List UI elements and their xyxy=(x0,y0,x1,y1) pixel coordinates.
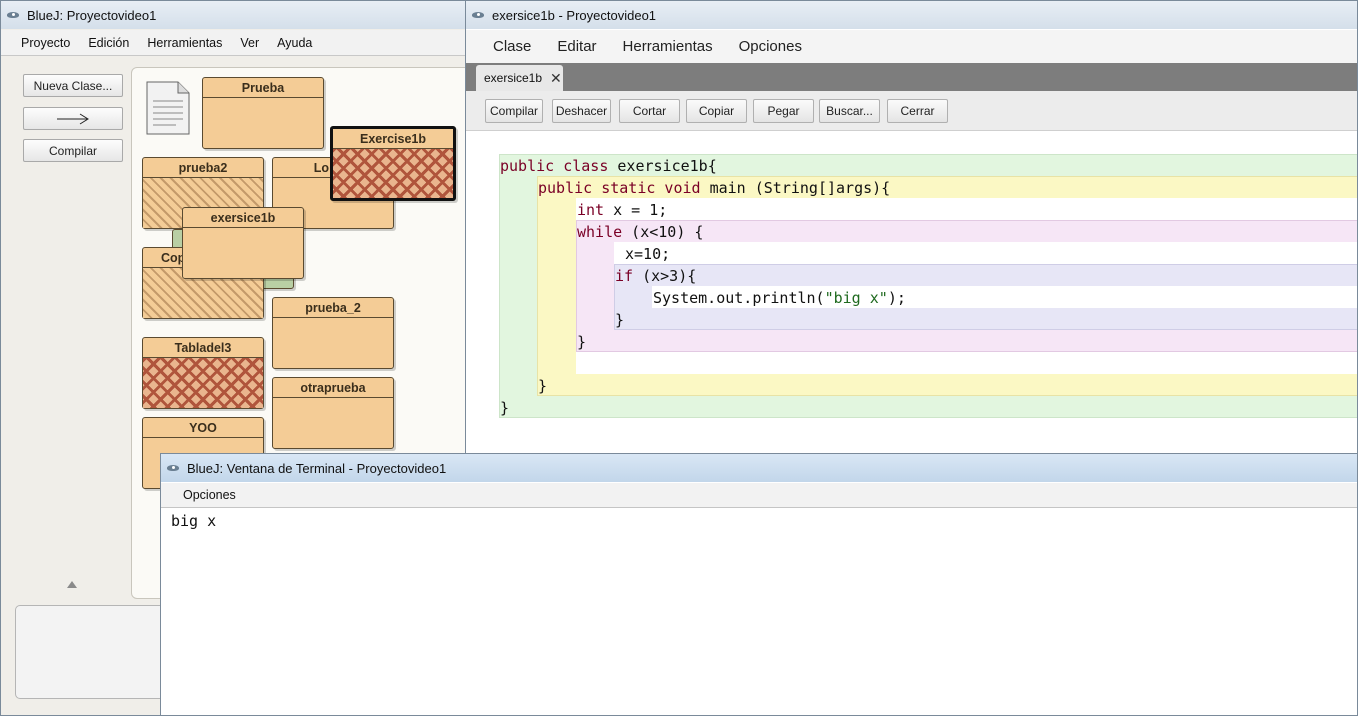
arrow-right-icon xyxy=(57,113,89,124)
compile-button[interactable]: Compilar xyxy=(485,99,543,123)
main-menubar: Proyecto Edición Herramientas Ver Ayuda xyxy=(1,30,469,56)
undo-button[interactable]: Deshacer xyxy=(552,99,611,123)
class-name: prueba2 xyxy=(143,158,263,178)
menu-ver[interactable]: Ver xyxy=(240,36,259,50)
tab-exersice1b[interactable]: exersice1b ✕ xyxy=(476,65,563,91)
terminal-window: BlueJ: Ventana de Terminal - Proyectovid… xyxy=(160,453,1358,716)
main-window-title: BlueJ: Proyectovideo1 xyxy=(27,7,157,23)
close-icon[interactable]: ✕ xyxy=(550,70,562,87)
class-name: Prueba xyxy=(203,78,323,98)
bluej-logo-icon xyxy=(167,463,181,473)
keyword-int: int xyxy=(577,201,605,219)
class-name: Tabladel3 xyxy=(143,338,263,358)
class-name: exersice1b xyxy=(183,208,303,228)
menu-proyecto[interactable]: Proyecto xyxy=(21,36,70,50)
editor-window: exersice1b - Proyectovideo1 Clase Editar… xyxy=(465,0,1358,460)
class-prueba-2[interactable]: prueba_2 xyxy=(272,297,394,369)
class-name: otraprueba xyxy=(273,378,393,398)
terminal-window-title: BlueJ: Ventana de Terminal - Proyectovid… xyxy=(187,460,447,476)
keyword-class: class xyxy=(563,157,609,175)
keyword-if: if xyxy=(615,267,634,285)
code-line-1: public class exersice1b{ xyxy=(500,155,717,177)
code-line-8: } xyxy=(615,311,625,329)
code-text: ); xyxy=(887,289,906,307)
menu-opciones[interactable]: Opciones xyxy=(183,488,236,502)
compile-button[interactable]: Compilar xyxy=(23,139,123,162)
code-line-7: System.out.println("big x"); xyxy=(653,287,906,309)
editor-toolbar: Compilar Deshacer Cortar Copiar Pegar Bu… xyxy=(466,91,1357,131)
code-text: (x<10) { xyxy=(622,223,704,241)
code-line-2: public static void main (String[]args){ xyxy=(538,177,890,199)
string-literal: "big x" xyxy=(824,289,888,307)
class-exercise1b[interactable]: Exercise1b xyxy=(330,126,456,201)
editor-titlebar[interactable]: exersice1b - Proyectovideo1 xyxy=(466,1,1357,29)
code-editor[interactable]: public class exersice1b{ public static v… xyxy=(466,132,1357,459)
menu-clase[interactable]: Clase xyxy=(493,38,531,55)
code-line-3: int x = 1; xyxy=(577,199,667,221)
code-line-9: } xyxy=(577,333,587,351)
menu-editar[interactable]: Editar xyxy=(557,38,596,55)
code-line-5: x=10; xyxy=(625,245,671,263)
main-titlebar[interactable]: BlueJ: Proyectovideo1 xyxy=(1,1,469,29)
code-text: exersice1b{ xyxy=(608,157,717,175)
code-text: (x>3){ xyxy=(633,267,697,285)
menu-edicion[interactable]: Edición xyxy=(88,36,129,50)
class-exersice1b[interactable]: exersice1b xyxy=(182,207,304,279)
code-line-4: while (x<10) { xyxy=(577,221,703,243)
code-line-6: if (x>3){ xyxy=(615,265,696,287)
close-button[interactable]: Cerrar xyxy=(887,99,948,123)
code-line-12: } xyxy=(500,399,510,417)
find-button[interactable]: Buscar... xyxy=(819,99,880,123)
class-name: prueba_2 xyxy=(273,298,393,318)
menu-ayuda[interactable]: Ayuda xyxy=(277,36,312,50)
class-tabladel3[interactable]: Tabladel3 xyxy=(142,337,264,409)
class-otraprueba[interactable]: otraprueba xyxy=(272,377,394,449)
editor-tabstrip: exersice1b ✕ xyxy=(466,63,1357,91)
menu-herramientas[interactable]: Herramientas xyxy=(623,38,713,55)
code-text: x = 1; xyxy=(604,201,668,219)
keyword-while: while xyxy=(577,223,623,241)
cut-button[interactable]: Cortar xyxy=(619,99,680,123)
code-text: System.out.println( xyxy=(653,289,825,307)
menu-herramientas[interactable]: Herramientas xyxy=(147,36,222,50)
editor-menubar: Clase Editar Herramientas Opciones xyxy=(466,30,1357,63)
new-arrow-button[interactable] xyxy=(23,107,123,130)
class-name: Exercise1b xyxy=(333,129,453,149)
terminal-titlebar[interactable]: BlueJ: Ventana de Terminal - Proyectovid… xyxy=(161,454,1357,482)
new-class-button[interactable]: Nueva Clase... xyxy=(23,74,123,97)
editor-window-title: exersice1b - Proyectovideo1 xyxy=(492,7,657,23)
bluej-logo-icon xyxy=(7,10,21,20)
tab-label: exersice1b xyxy=(484,71,543,85)
class-name: YOO xyxy=(143,418,263,438)
class-prueba[interactable]: Prueba xyxy=(202,77,324,149)
object-bench[interactable] xyxy=(15,605,175,699)
keyword-modifiers: public static void xyxy=(538,179,701,197)
code-text: main (String[]args){ xyxy=(700,179,891,197)
menu-opciones[interactable]: Opciones xyxy=(739,38,802,55)
paste-button[interactable]: Pegar xyxy=(753,99,814,123)
code-line-11: } xyxy=(538,377,548,395)
readme-document-icon[interactable] xyxy=(146,81,190,135)
terminal-output[interactable]: big x xyxy=(171,512,216,530)
expand-up-icon[interactable] xyxy=(67,581,77,588)
copy-button[interactable]: Copiar xyxy=(686,99,747,123)
terminal-menubar: Opciones xyxy=(161,483,1357,508)
keyword-public: public xyxy=(500,157,555,175)
bluej-logo-icon xyxy=(472,10,486,20)
